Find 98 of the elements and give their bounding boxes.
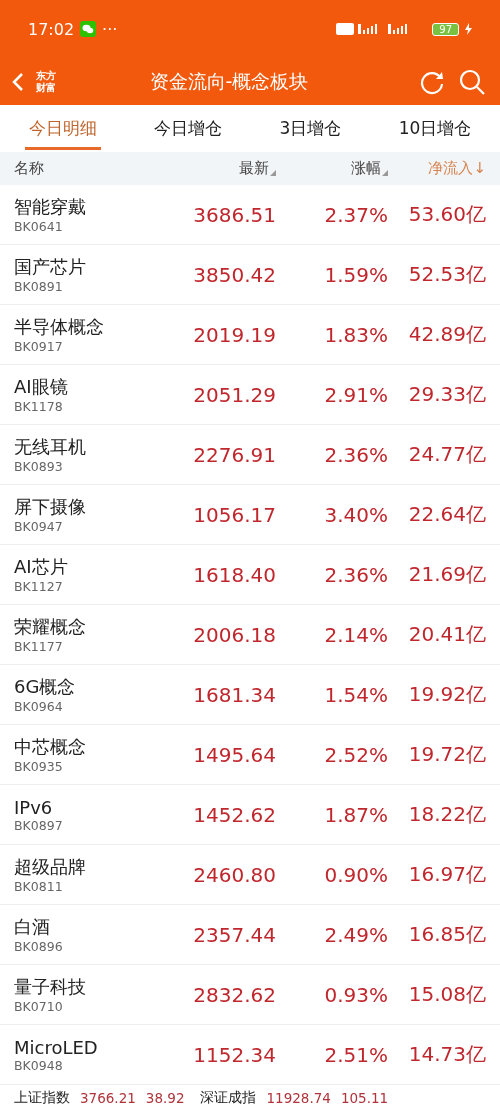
sector-code: BK1177: [14, 639, 64, 654]
page-title: 资金流向-概念板块: [148, 68, 310, 94]
sector-code: BK0948: [14, 1057, 64, 1073]
sector-name: 中芯概念: [14, 735, 87, 759]
net-inflow: 24.77亿: [407, 441, 486, 468]
net-inflow: 20.41亿: [407, 621, 486, 648]
sector-name: 无线耳机: [14, 435, 87, 459]
net-inflow: 19.92亿: [407, 681, 486, 708]
net-inflow: 19.72亿: [407, 741, 486, 768]
index-change: 105.11: [340, 1090, 389, 1106]
sector-name: IPv6: [14, 796, 54, 818]
sector-code: BK0811: [14, 879, 64, 894]
change-percent: 2.91%: [323, 382, 388, 407]
change-percent: 1.87%: [323, 802, 388, 827]
change-percent: 0.90%: [323, 862, 388, 887]
net-inflow: 15.08亿: [407, 981, 486, 1008]
change-percent: 2.36%: [323, 442, 388, 467]
latest-price: 3686.51: [192, 202, 276, 227]
sector-name: 6G概念: [14, 675, 77, 699]
column-header[interactable]: 最新: [164, 159, 276, 178]
sector-name: 量子科技: [14, 975, 87, 999]
sector-code: BK0917: [14, 339, 64, 354]
net-inflow: 18.22亿: [407, 801, 486, 828]
latest-price: 2460.80: [192, 862, 276, 887]
net-inflow: 52.53亿: [407, 261, 486, 288]
latest-price: 1452.62: [192, 802, 276, 827]
sector-code: BK1127: [14, 579, 64, 594]
sector-name: 国产芯片: [14, 255, 87, 279]
latest-price: 1495.64: [192, 742, 276, 767]
sector-name: 超级品牌: [14, 855, 87, 879]
index-name: 上证指数: [14, 1089, 70, 1107]
search-icon[interactable]: [458, 67, 486, 96]
index-value: 11928.74: [266, 1090, 331, 1106]
chat-app-icon: [80, 21, 97, 37]
sector-code: BK1178: [14, 399, 64, 414]
sector-code: BK0891: [14, 279, 64, 294]
sector-code: BK0897: [14, 817, 64, 833]
charging-icon: [465, 23, 472, 35]
net-inflow: 14.73亿: [407, 1041, 486, 1068]
latest-price: 2276.91: [192, 442, 276, 467]
net-inflow: 21.69亿: [407, 561, 486, 588]
net-inflow: 22.64亿: [407, 501, 486, 528]
sector-code: BK0641: [14, 219, 64, 234]
latest-price: 1152.34: [192, 1042, 276, 1067]
latest-price: 2357.44: [192, 922, 276, 947]
latest-price: 2006.18: [192, 622, 276, 647]
column-header[interactable]: 涨幅: [276, 159, 388, 178]
tab[interactable]: 3日增仓: [275, 107, 346, 150]
back-icon[interactable]: [12, 71, 24, 92]
sector-name: AI眼镜: [14, 375, 69, 399]
sort-icon: [382, 170, 388, 176]
sector-name: AI芯片: [14, 555, 69, 579]
sector-code: BK0935: [14, 759, 64, 774]
latest-price: 2832.62: [192, 982, 276, 1007]
sector-code: BK0947: [14, 519, 64, 534]
more-notifications: ···: [102, 19, 118, 39]
tab[interactable]: 10日增仓: [394, 107, 476, 150]
change-percent: 2.51%: [323, 1042, 388, 1067]
latest-price: 2019.19: [192, 322, 276, 347]
sector-name: MicroLED: [14, 1036, 99, 1058]
net-inflow: 16.85亿: [407, 921, 486, 948]
change-percent: 3.40%: [323, 502, 388, 527]
sort-icon: [270, 170, 276, 176]
sector-name: 智能穿戴: [14, 195, 87, 219]
sector-code: BK0964: [14, 699, 64, 714]
change-percent: 0.93%: [323, 982, 388, 1007]
sector-code: BK0896: [14, 939, 64, 954]
tab[interactable]: 今日增仓: [150, 107, 227, 150]
latest-price: 1681.34: [192, 682, 276, 707]
change-percent: 2.36%: [323, 562, 388, 587]
index-value: 3766.21: [80, 1090, 136, 1106]
sector-name: 半导体概念: [14, 315, 105, 339]
battery-level: 97: [432, 22, 459, 36]
app-logo: 东方 财富: [36, 69, 56, 94]
net-inflow: 53.60亿: [407, 201, 486, 228]
column-header[interactable]: 名称: [14, 159, 164, 178]
sector-code: BK0710: [14, 999, 64, 1014]
net-inflow: 42.89亿: [407, 321, 486, 348]
change-percent: 1.83%: [323, 322, 388, 347]
change-percent: 1.54%: [323, 682, 388, 707]
net-inflow: 16.97亿: [407, 861, 486, 888]
net-inflow: 29.33亿: [407, 381, 486, 408]
change-percent: 2.49%: [323, 922, 388, 947]
index-change: 38.92: [145, 1090, 185, 1106]
sector-code: BK0893: [14, 459, 64, 474]
latest-price: 1618.40: [192, 562, 276, 587]
latest-price: 1056.17: [192, 502, 276, 527]
change-percent: 2.52%: [323, 742, 388, 767]
change-percent: 1.59%: [323, 262, 388, 287]
status-time: 17:02: [28, 19, 75, 39]
change-percent: 2.37%: [323, 202, 388, 227]
latest-price: 3850.42: [192, 262, 276, 287]
index-name: 深证成指: [200, 1089, 257, 1107]
sector-name: 屏下摄像: [14, 495, 87, 519]
sector-name: 白酒: [14, 915, 51, 939]
sector-name: 荣耀概念: [14, 615, 87, 639]
latest-price: 2051.29: [192, 382, 276, 407]
change-percent: 2.14%: [323, 622, 388, 647]
